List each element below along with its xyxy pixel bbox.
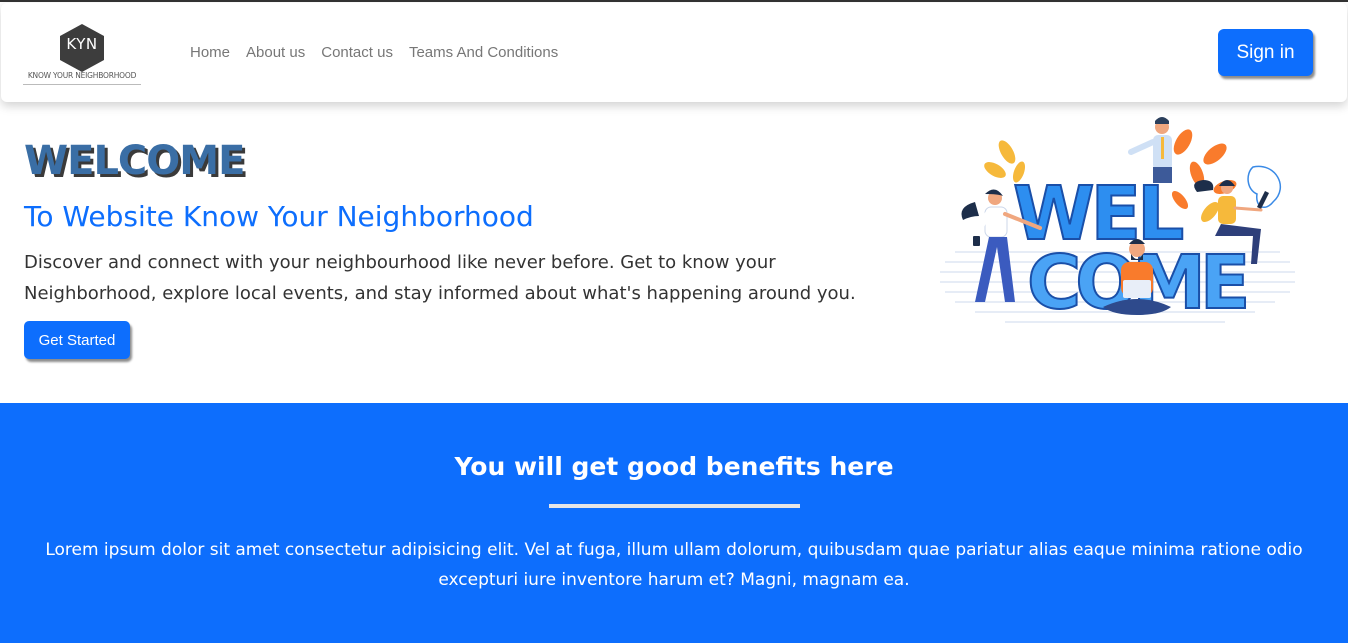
hero-subtitle: To Website Know Your Neighborhood — [24, 200, 534, 233]
logo-underline — [23, 84, 141, 85]
benefits-divider — [549, 504, 800, 508]
hero-description: Discover and connect with your neighbour… — [24, 252, 856, 304]
logo-tagline: KNOW YOUR NEIGHBORHOOD — [27, 71, 137, 80]
benefits-section: You will get good benefits here Lorem ip… — [0, 403, 1348, 643]
hero-title: WELCOME — [24, 138, 245, 184]
benefits-text: Lorem ipsum dolor sit amet consectetur a… — [45, 540, 1303, 590]
site-logo[interactable]: KYN KNOW YOUR NEIGHBORHOOD — [21, 21, 143, 91]
get-started-button[interactable]: Get Started — [24, 321, 130, 359]
window-top-border — [0, 0, 1348, 2]
logo-initials: KYN — [66, 35, 98, 53]
nav-link-home[interactable]: Home — [190, 44, 230, 61]
nav-link-terms[interactable]: Teams And Conditions — [409, 44, 558, 61]
nav-link-contact[interactable]: Contact us — [321, 44, 393, 61]
benefits-title: You will get good benefits here — [454, 452, 894, 481]
nav-links: Home About us Contact us Teams And Condi… — [190, 44, 558, 61]
navbar: KYN KNOW YOUR NEIGHBORHOOD Home About us… — [1, 3, 1347, 102]
nav-link-about[interactable]: About us — [246, 44, 305, 61]
sign-in-button[interactable]: Sign in — [1218, 29, 1313, 76]
welcome-illustration: WEL COME — [940, 117, 1295, 327]
